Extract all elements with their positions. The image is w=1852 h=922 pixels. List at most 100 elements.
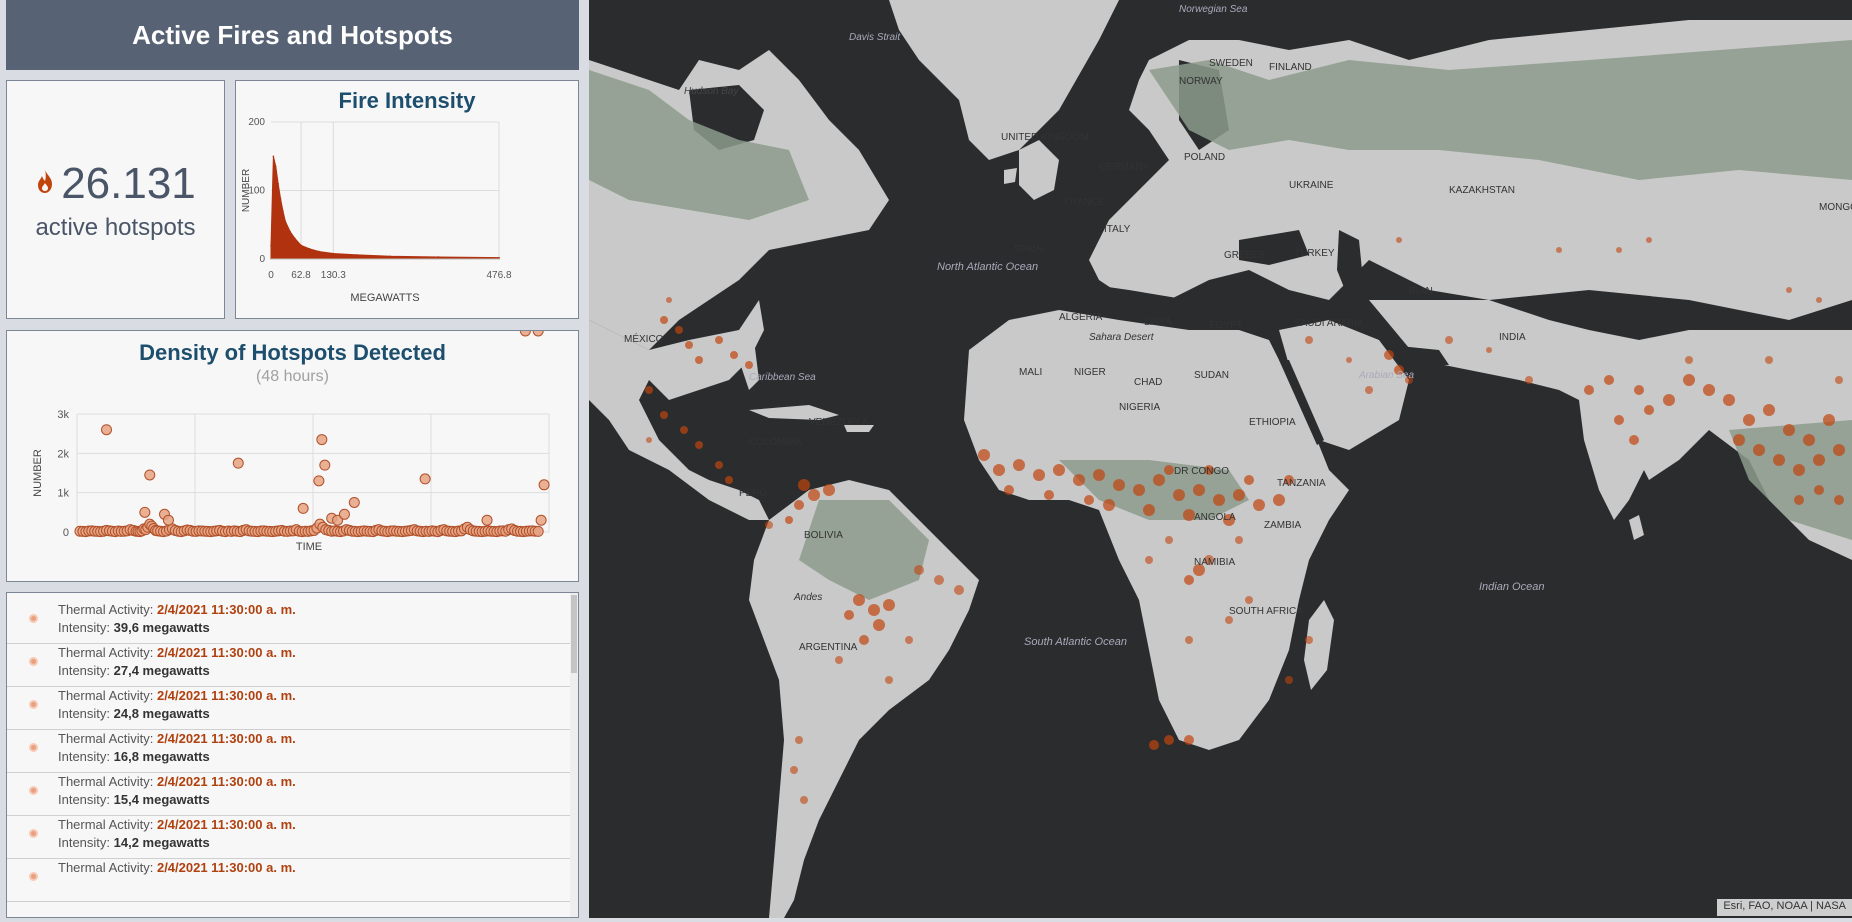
list-item-date: 2/4/2021 11:30:00 a. m. bbox=[156, 817, 296, 832]
list-item-prefix: Thermal Activity: bbox=[58, 645, 157, 660]
list-item-intensity-label: Intensity: bbox=[58, 706, 114, 721]
density-point bbox=[419, 473, 431, 485]
label-indian-ocean: Indian Ocean bbox=[1479, 581, 1544, 593]
density-point bbox=[232, 457, 244, 469]
map-attribution[interactable]: Esri, FAO, NOAA | NASA bbox=[1717, 899, 1852, 916]
label-south-africa: SOUTH AFRICA bbox=[1229, 606, 1303, 617]
intensity-point bbox=[389, 255, 392, 258]
intensity-point bbox=[289, 230, 291, 233]
density-point bbox=[348, 497, 360, 508]
list-item-intensity-label: Intensity: bbox=[58, 620, 114, 635]
label-north-atlantic: North Atlantic Ocean bbox=[937, 261, 1038, 273]
list-item-title: Thermal Activity: 2/4/2021 11:30:00 a. m… bbox=[58, 731, 296, 746]
label-finland: FINLAND bbox=[1269, 62, 1312, 73]
label-italy: ITALY bbox=[1104, 224, 1131, 235]
list-item-intensity: Intensity: 15,4 megawatts bbox=[58, 792, 210, 807]
intensity-y-label: NUMBER bbox=[241, 169, 252, 212]
hotspot-dot-icon bbox=[29, 829, 38, 838]
intensity-y-tick: 200 bbox=[248, 117, 265, 128]
list-item-intensity-value: 24,8 megawatts bbox=[113, 706, 210, 721]
hotspot-dot-icon bbox=[29, 657, 38, 666]
label-niger: NIGER bbox=[1074, 367, 1106, 378]
label-mali: MALI bbox=[1019, 367, 1042, 378]
density-point bbox=[519, 331, 531, 337]
intensity-point bbox=[272, 155, 275, 158]
label-zambia: ZAMBIA bbox=[1264, 520, 1302, 531]
intensity-point bbox=[277, 182, 279, 185]
intensity-point bbox=[274, 165, 277, 168]
density-point bbox=[139, 506, 151, 518]
list-item-title: Thermal Activity: 2/4/2021 11:30:00 a. m… bbox=[58, 602, 296, 617]
label-namibia: NAMIBIA bbox=[1194, 557, 1235, 568]
label-algeria: ALGERIA bbox=[1059, 312, 1103, 323]
label-mexico: MÉXICO bbox=[624, 332, 664, 345]
list-item-intensity: Intensity: 27,4 megawatts bbox=[58, 663, 210, 678]
hotspot-list[interactable]: Thermal Activity: 2/4/2021 11:30:00 a. m… bbox=[6, 592, 579, 918]
label-libya: LIBYA bbox=[1144, 317, 1172, 328]
hotspot-dot-icon bbox=[29, 614, 38, 623]
label-poland: POLAND bbox=[1184, 152, 1225, 163]
label-tanzania: TANZANIA bbox=[1277, 478, 1326, 489]
density-y-tick: 2k bbox=[57, 448, 69, 460]
label-dr-congo: DR CONGO bbox=[1174, 466, 1229, 477]
map-canvas[interactable]: Norwegian Sea Davis Strait Hudson Bay SW… bbox=[589, 0, 1852, 918]
hotspot-count-label: active hotspots bbox=[35, 214, 196, 241]
label-chad: CHAD bbox=[1134, 377, 1162, 388]
intensity-point bbox=[498, 256, 500, 259]
density-point bbox=[313, 475, 325, 487]
list-item-intensity: Intensity: 14,2 megawatts bbox=[58, 835, 210, 850]
label-south-atlantic: South Atlantic Ocean bbox=[1024, 636, 1127, 648]
list-item-title: Thermal Activity: 2/4/2021 11:30:00 a. m… bbox=[58, 645, 296, 660]
intensity-x-tick: 0 bbox=[268, 270, 274, 281]
intensity-point bbox=[332, 252, 335, 255]
hotspot-dot-icon bbox=[29, 743, 38, 752]
label-sweden: SWEDEN bbox=[1209, 58, 1253, 69]
fire-intensity-chart: 20010000 62.8 130.3 476.8MEGAWATTSNUMBER bbox=[241, 117, 512, 304]
label-india: INDIA bbox=[1499, 332, 1526, 343]
label-norway: NORWAY bbox=[1179, 76, 1223, 87]
density-point bbox=[481, 514, 493, 526]
list-item-prefix: Thermal Activity: bbox=[58, 817, 157, 832]
list-item-intensity-label: Intensity: bbox=[58, 663, 114, 678]
list-scroll-thumb[interactable] bbox=[571, 595, 577, 673]
app-title: Active Fires and Hotspots bbox=[6, 0, 579, 70]
label-arabian-sea: Arabian Sea bbox=[1358, 370, 1414, 381]
list-item-prefix: Thermal Activity: bbox=[58, 860, 157, 875]
density-point bbox=[532, 525, 544, 537]
density-point bbox=[162, 514, 174, 526]
label-sudan: SUDAN bbox=[1194, 370, 1229, 381]
label-bolivia: BOLIVIA bbox=[804, 530, 843, 541]
list-item-title: Thermal Activity: 2/4/2021 11:30:00 a. m… bbox=[58, 817, 296, 832]
hotspot-dot-icon bbox=[29, 700, 38, 709]
list-item-title: Thermal Activity: 2/4/2021 11:30:00 a. m… bbox=[58, 860, 296, 875]
density-point bbox=[297, 502, 309, 514]
flame-icon bbox=[35, 169, 55, 200]
list-item-intensity-label: Intensity: bbox=[58, 835, 114, 850]
intensity-point bbox=[284, 220, 287, 223]
label-uk: UNITED KINGDOM bbox=[1001, 132, 1089, 143]
density-point bbox=[538, 479, 550, 491]
intensity-point bbox=[279, 197, 282, 200]
label-caribbean: Caribbean Sea bbox=[749, 372, 816, 383]
density-y-label: NUMBER bbox=[32, 449, 44, 497]
world-map[interactable]: Norwegian Sea Davis Strait Hudson Bay SW… bbox=[589, 0, 1852, 918]
list-item-intensity: Intensity: 39,6 megawatts bbox=[58, 620, 210, 635]
intensity-point bbox=[318, 250, 320, 253]
fire-intensity-panel: Fire Intensity 200 100 0 0 62.8 130.3 476.8 MEG… bbox=[235, 80, 579, 319]
list-item-date: 2/4/2021 11:30:00 a. m. bbox=[156, 774, 296, 789]
intensity-x-tick: 62.8 bbox=[291, 270, 311, 281]
list-item-intensity-value: 27,4 megawatts bbox=[113, 663, 210, 678]
list-item[interactable]: Thermal Activity: 2/4/2021 11:30:00 a. m… bbox=[7, 851, 572, 902]
label-venezuela: VENEZUELA bbox=[809, 417, 869, 428]
list-item-title: Thermal Activity: 2/4/2021 11:30:00 a. m… bbox=[58, 774, 296, 789]
list-item-intensity-value: 15,4 megawatts bbox=[113, 792, 210, 807]
density-y-tick: 1k bbox=[57, 488, 69, 500]
list-item-prefix: Thermal Activity: bbox=[58, 602, 157, 617]
hotspot-density-panel: Density of Hotspots Detected (48 hours) … bbox=[6, 330, 579, 582]
list-scrollbar[interactable] bbox=[570, 593, 578, 917]
intensity-x-label: MEGAWATTS bbox=[350, 292, 419, 304]
density-point bbox=[144, 469, 156, 481]
density-chart: 3k 2k 1k 0 TIME NUMBER bbox=[32, 331, 550, 553]
list-item-intensity-label: Intensity: bbox=[58, 792, 114, 807]
density-point bbox=[316, 434, 328, 446]
